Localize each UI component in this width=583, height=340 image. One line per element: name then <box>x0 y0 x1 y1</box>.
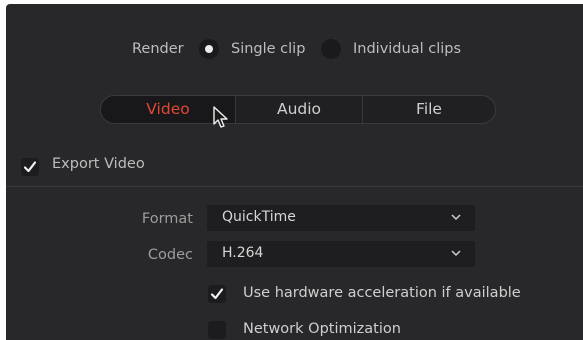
single-clip-label[interactable]: Single clip <box>231 41 305 57</box>
hardware-acceleration-label: Use hardware acceleration if available <box>243 285 521 301</box>
individual-clips-label[interactable]: Individual clips <box>353 41 461 57</box>
single-clip-radio[interactable] <box>199 39 219 59</box>
checkmark-icon <box>23 161 37 173</box>
format-dropdown[interactable]: QuickTime <box>207 205 475 231</box>
tab-audio[interactable]: Audio <box>236 96 362 123</box>
individual-clips-radio[interactable] <box>321 39 341 59</box>
codec-value: H.264 <box>222 245 264 261</box>
network-optimization-label: Network Optimization <box>243 321 401 337</box>
section-divider <box>6 186 583 187</box>
format-value: QuickTime <box>222 209 296 225</box>
format-label: Format <box>141 211 193 227</box>
tab-file[interactable]: File <box>363 96 495 123</box>
hardware-acceleration-checkbox[interactable] <box>208 285 226 303</box>
codec-label: Codec <box>147 247 193 263</box>
mouse-pointer-icon <box>213 106 228 128</box>
render-settings-panel: Render Single clip Individual clips Vide… <box>6 4 583 340</box>
checkmark-icon <box>210 288 224 300</box>
codec-dropdown[interactable]: H.264 <box>207 241 475 267</box>
network-optimization-checkbox[interactable] <box>208 321 226 339</box>
export-video-label: Export Video <box>52 156 145 172</box>
chevron-down-icon <box>451 250 461 257</box>
render-tabs: Video Audio File <box>100 95 496 124</box>
export-video-checkbox[interactable] <box>21 158 39 176</box>
render-label: Render <box>132 41 184 57</box>
render-mode-row: Render Single clip Individual clips <box>6 39 583 61</box>
chevron-down-icon <box>451 214 461 221</box>
